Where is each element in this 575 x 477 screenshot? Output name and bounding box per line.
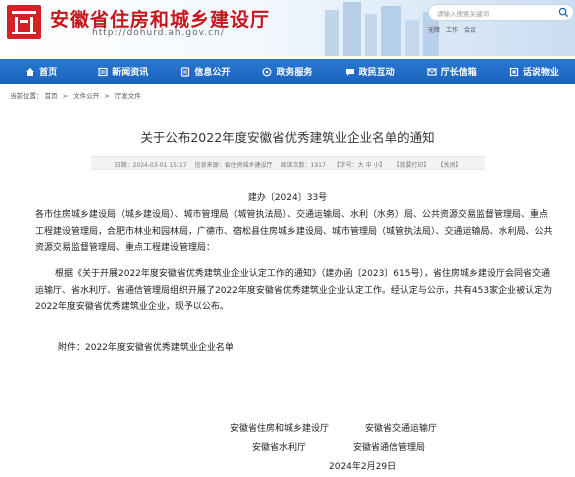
nav-item-property[interactable]: 话说物业	[493, 59, 575, 84]
site-header: 安徽省住房和城乡建设厅 http://dohurd.ah.gov.cn/ 请输入…	[0, 0, 575, 56]
search-placeholder: 请输入搜索关键词	[437, 10, 489, 18]
nav-item-info[interactable]: 信息公开	[164, 59, 246, 84]
news-icon	[98, 67, 108, 76]
home-icon	[26, 67, 35, 76]
nav-label: 新闻资讯	[112, 68, 149, 78]
site-logo[interactable]	[7, 5, 41, 39]
meta-date: 日期：2024-03-01 15:17	[114, 162, 187, 169]
article-title: 关于公布2022年度安徽省优秀建筑业企业名单的通知	[140, 130, 435, 145]
print-link[interactable]: 【我要打印】	[393, 162, 429, 169]
breadcrumb-prefix: 当前位置：	[10, 92, 43, 100]
signature-housing-dept: 安徽省住房和城乡建设厅	[230, 424, 330, 434]
nav-item-service[interactable]: 政务服务	[246, 59, 328, 84]
meta-views: 阅读次数：1917	[280, 162, 326, 169]
site-url: http://dohurd.ah.gov.cn/	[92, 28, 225, 38]
signature-telecom-dept: 安徽省通信管理局	[353, 443, 426, 453]
nav-item-home[interactable]: 首页	[0, 59, 82, 84]
service-icon	[263, 67, 272, 76]
meta-source: 信息来源：省住房城乡建设厅	[194, 162, 273, 169]
font-size-control[interactable]: 【字号：大 中 小】	[334, 162, 386, 169]
breadcrumb-separator: >	[104, 92, 110, 100]
interaction-icon	[345, 68, 354, 76]
search-input[interactable]: 请输入搜索关键词	[428, 4, 574, 21]
signature-transport-dept: 安徽省交通运输厅	[365, 424, 438, 434]
close-link[interactable]: 【关闭】	[437, 162, 461, 169]
nav-label: 厅长信箱	[440, 68, 477, 78]
main-nav: 首页 新闻资讯 信息公开 政务服务 政民互动 厅长信箱 话说物业	[0, 59, 575, 84]
nav-item-interaction[interactable]: 政民互动	[329, 59, 411, 84]
nav-item-news[interactable]: 新闻资讯	[82, 59, 164, 84]
search-icon[interactable]	[558, 7, 569, 18]
signature-date: 2024年2月29日	[329, 462, 397, 472]
breadcrumb: 当前位置： 首页 > 文件公开 > 厅发文件	[10, 90, 141, 100]
nav-label: 政民互动	[358, 68, 395, 78]
top-link-accessibility[interactable]: 无障	[428, 25, 440, 34]
signature-water-dept: 安徽省水利厅	[252, 443, 307, 453]
breadcrumb-files[interactable]: 文件公开	[73, 92, 99, 100]
breadcrumb-home[interactable]: 首页	[45, 92, 58, 100]
attachment-link[interactable]: 附件：2022年度安徽省优秀建筑业企业名单	[58, 340, 575, 357]
nav-item-mailbox[interactable]: 厅长信箱	[411, 59, 493, 84]
top-link-meeting[interactable]: 会议	[464, 25, 476, 34]
article-meta-bar: 日期：2024-03-01 15:17 信息来源：省住房城乡建设厅 阅读次数：1…	[91, 156, 485, 170]
breadcrumb-dept-docs[interactable]: 厅发文件	[115, 92, 141, 100]
nav-label: 首页	[39, 68, 58, 78]
nav-label: 话说物业	[522, 68, 559, 78]
breadcrumb-separator: >	[62, 92, 69, 100]
top-links: 无障 工作 会议	[428, 25, 476, 34]
house-logo-icon	[12, 11, 36, 34]
body-paragraph: 根据《关于开展2022年度安徽省优秀建筑业企业认定工作的通知》（建办函〔2023…	[35, 269, 553, 312]
top-link-work[interactable]: 工作	[446, 25, 458, 34]
document-number: 建办〔2024〕33号	[247, 193, 328, 203]
info-icon	[181, 66, 190, 77]
recipients-paragraph: 各市住房城乡建设局（城乡建设局）、城市管理局（城管执法局）、交通运输局、水利（水…	[35, 210, 553, 253]
property-icon	[509, 67, 519, 76]
nav-label: 信息公开	[194, 68, 231, 78]
mail-icon	[427, 67, 437, 76]
nav-label: 政务服务	[276, 68, 313, 78]
